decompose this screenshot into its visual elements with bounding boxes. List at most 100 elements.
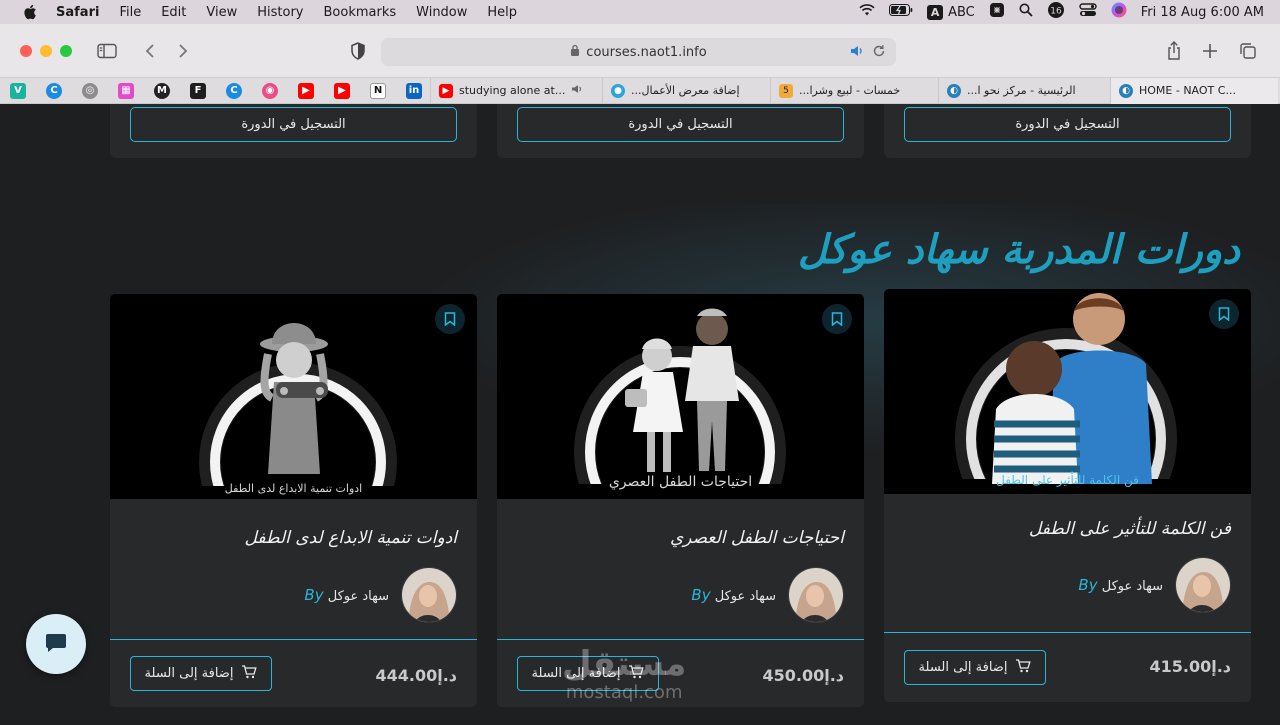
register-course-button[interactable]: التسجيل في الدورة [904, 107, 1231, 142]
course-image[interactable]: ادوات تنمية الابداع لدى الطفل [110, 294, 477, 499]
youtube-favicon-icon[interactable]: ▶ [334, 82, 350, 99]
menu-bookmarks[interactable]: Bookmarks [324, 5, 397, 20]
mega-favicon-icon[interactable]: M [154, 82, 170, 99]
add-to-cart-button[interactable]: إضافة إلى السلة [517, 656, 659, 691]
share-icon[interactable] [1164, 41, 1184, 61]
privacy-shield-icon[interactable] [348, 41, 368, 61]
apple-logo-icon[interactable] [22, 4, 38, 20]
register-course-button[interactable]: التسجيل في الدورة [517, 107, 844, 142]
vuetify-favicon-icon[interactable]: V [10, 82, 26, 99]
speaker-playing-icon[interactable] [850, 45, 864, 61]
course-card-top: التسجيل في الدورة [497, 104, 864, 158]
currency-label: د.إ [437, 666, 457, 685]
tab-label: HOME - NAOT C... [1139, 84, 1236, 97]
window-controls [20, 45, 72, 57]
chat-button[interactable] [26, 614, 86, 674]
new-tab-plus-icon[interactable] [1200, 41, 1220, 61]
course-author[interactable]: سهاد عوكل By [304, 567, 457, 623]
web-page: التسجيل في الدورة التسجيل في الدورة التس… [0, 104, 1280, 725]
minimize-window-button[interactable] [40, 45, 52, 57]
tab-mostaql-portfolio[interactable]: ● إضافة معرض الأعمال... [602, 77, 770, 104]
menu-view[interactable]: View [206, 5, 237, 20]
add-to-cart-label: إضافة إلى السلة [144, 666, 234, 681]
menu-history[interactable]: History [257, 5, 303, 20]
course-image[interactable]: فن الكلمة للتأثير على الطفل [884, 289, 1251, 494]
add-to-cart-label: إضافة إلى السلة [531, 666, 621, 681]
battery-icon[interactable] [889, 4, 913, 20]
course-card[interactable]: ادوات تنمية الابداع لدى الطفل ادوات تنمي… [110, 294, 477, 707]
course-title[interactable]: فن الكلمة للتأثير على الطفل [1029, 519, 1231, 539]
tab-label: الرئيسية - مركز نحو ا... [967, 84, 1076, 97]
currency-label: د.إ [824, 666, 844, 685]
menu-window[interactable]: Window [416, 5, 467, 20]
bookmark-icon[interactable] [822, 304, 852, 334]
control-center-icon[interactable] [1079, 3, 1097, 21]
menu-file[interactable]: File [119, 5, 141, 20]
forward-chevron-icon[interactable] [173, 41, 193, 61]
tab-naot-home-ar[interactable]: ◐ الرئيسية - مركز نحو ا... [938, 77, 1110, 104]
input-source-menu[interactable]: A ABC [927, 4, 975, 20]
tab-studying-alone[interactable]: ▶ studying alone at... [430, 77, 602, 104]
course-price: د.إ444.00 [375, 666, 457, 685]
speaker-icon[interactable] [571, 84, 583, 97]
course-title[interactable]: احتياجات الطفل العصري [670, 528, 844, 548]
wifi-icon[interactable] [859, 4, 875, 20]
bookmark-icon[interactable] [435, 304, 465, 334]
url-text: courses.naot1.info [586, 44, 707, 60]
menu-help[interactable]: Help [487, 5, 517, 20]
course-image[interactable]: احتياجات الطفل العصري [497, 294, 864, 499]
author-avatar [401, 567, 457, 623]
photo-app-favicon-icon[interactable]: ▦ [118, 82, 134, 99]
clock-datetime[interactable]: Fri 18 Aug 6:00 AM [1141, 5, 1264, 20]
menu-edit[interactable]: Edit [161, 5, 186, 20]
shortcuts-icon[interactable] [989, 2, 1005, 22]
add-to-cart-button[interactable]: إضافة إلى السلة [904, 650, 1046, 685]
linkedin-favicon-icon[interactable]: in [406, 82, 422, 99]
reload-icon[interactable] [872, 44, 886, 62]
back-chevron-icon[interactable] [140, 41, 160, 61]
tab-label: studying alone at... [459, 84, 566, 97]
youtube-favicon-icon[interactable]: ▶ [298, 82, 314, 99]
tab-naot-home-active[interactable]: ◐ HOME - NAOT C... [1110, 77, 1278, 104]
course-card[interactable]: احتياجات الطفل العصري احتياجات الطفل الع… [497, 294, 864, 707]
course-author[interactable]: سهاد عوكل By [691, 567, 844, 623]
chat-bubble-icon [44, 630, 68, 658]
menu-safari[interactable]: Safari [56, 5, 99, 20]
c-favicon-icon[interactable]: C [226, 82, 242, 99]
address-bar[interactable]: courses.naot1.info [381, 38, 896, 66]
bookmark-icon[interactable] [1209, 299, 1239, 329]
spotlight-search-icon[interactable] [1019, 3, 1033, 21]
canva-favicon-icon[interactable]: C [46, 82, 62, 99]
close-window-button[interactable] [20, 45, 32, 57]
cart-icon [628, 664, 645, 683]
chatgpt-favicon-icon[interactable]: ◎ [82, 82, 98, 99]
card-divider [884, 632, 1251, 633]
add-to-cart-button[interactable]: إضافة إلى السلة [130, 656, 272, 691]
author-name: سهاد عوكل [327, 589, 389, 604]
notification-badge-icon[interactable]: 16 [1047, 1, 1065, 23]
cart-icon [1015, 658, 1032, 677]
author-avatar [1175, 557, 1231, 613]
dribbble-favicon-icon[interactable]: ◉ [262, 82, 278, 99]
notion-favicon-icon[interactable]: N [370, 82, 386, 99]
safari-toolbar: courses.naot1.info [0, 24, 1280, 78]
figma-favicon-icon[interactable]: F [190, 82, 206, 99]
card-divider [497, 639, 864, 640]
currency-label: د.إ [1211, 657, 1231, 676]
course-image-art [557, 308, 807, 499]
course-author[interactable]: سهاد عوكل By [1078, 557, 1231, 613]
register-course-button[interactable]: التسجيل في الدورة [130, 107, 457, 142]
course-card-top: التسجيل في الدورة [110, 104, 477, 158]
section-title: دورات المدربة سهاد عوكل [797, 226, 1240, 273]
tab-khamsat[interactable]: 5 خمسات - لبيع وشرا... [770, 77, 938, 104]
siri-icon[interactable] [1111, 2, 1127, 22]
card-divider [110, 639, 477, 640]
zoom-window-button[interactable] [60, 45, 72, 57]
course-image-caption: احتياجات الطفل العصري [608, 474, 753, 490]
course-card[interactable]: فن الكلمة للتأثير على الطفل فن الكلمة لل… [884, 289, 1251, 702]
tab-overview-icon[interactable] [1238, 41, 1258, 61]
sidebar-toggle-icon[interactable] [97, 41, 117, 61]
course-image-art [944, 293, 1194, 494]
course-title[interactable]: ادوات تنمية الابداع لدى الطفل [245, 528, 457, 548]
author-avatar [788, 567, 844, 623]
